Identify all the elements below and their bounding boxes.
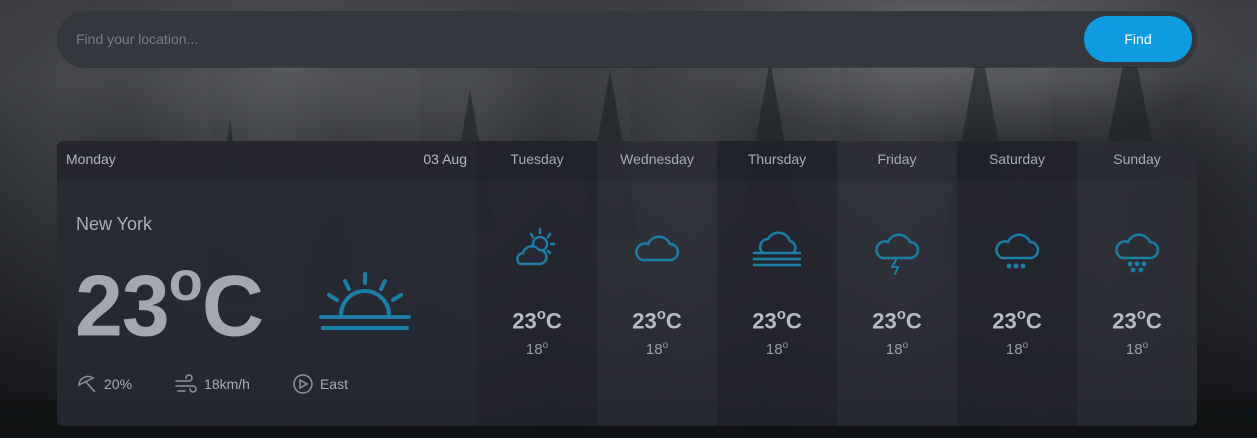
day-high-value: 23 bbox=[1112, 308, 1137, 334]
day-header: Saturday bbox=[957, 141, 1077, 181]
day-name: Thursday bbox=[747, 151, 807, 167]
day-high-scale: C bbox=[905, 308, 922, 334]
find-button[interactable]: Find bbox=[1084, 16, 1192, 62]
day-name: Friday bbox=[877, 151, 917, 167]
day-high-temp: 23oC bbox=[1077, 306, 1197, 334]
day-header: Friday bbox=[837, 141, 957, 181]
forecast-day-wednesday: Wednesday 23oC 18o bbox=[597, 141, 717, 426]
day-header: Sunday bbox=[1077, 141, 1197, 181]
drizzle-icon bbox=[990, 226, 1044, 283]
thunderstorm-icon bbox=[870, 226, 924, 283]
day-name: Saturday bbox=[988, 151, 1046, 167]
forecast-day-tuesday: Tuesday 23oC 18o bbox=[477, 141, 597, 426]
forecast-panel: Monday 03 Aug New York 23oC 20% 18km/h E… bbox=[57, 141, 1197, 426]
day-low-degree: o bbox=[782, 340, 789, 351]
day-low-value: 18 bbox=[1005, 341, 1023, 358]
day-high-temp: 23oC bbox=[477, 306, 597, 334]
day-high-value: 23 bbox=[632, 308, 657, 334]
day-low-value: 18 bbox=[885, 341, 903, 358]
day-header: Tuesday bbox=[477, 141, 597, 181]
current-temp-degree: o bbox=[168, 249, 203, 312]
day-name: Sunday bbox=[1113, 151, 1161, 167]
day-high-scale: C bbox=[1025, 308, 1042, 334]
today-header: Monday 03 Aug bbox=[57, 141, 477, 181]
forecast-day-friday: Friday 23oC 18o bbox=[837, 141, 957, 426]
wind-icon bbox=[175, 374, 197, 393]
forecast-day-saturday: Saturday 23oC 18o bbox=[957, 141, 1077, 426]
day-high-degree: o bbox=[896, 306, 906, 323]
day-high-degree: o bbox=[536, 306, 546, 323]
location-name: New York bbox=[76, 214, 153, 234]
partly-cloudy-icon bbox=[510, 226, 564, 275]
day-low-value: 18 bbox=[525, 341, 543, 358]
day-high-degree: o bbox=[1136, 306, 1146, 323]
day-high-temp: 23oC bbox=[717, 306, 837, 334]
day-header: Thursday bbox=[717, 141, 837, 181]
day-name: Wednesday bbox=[620, 151, 694, 167]
day-high-degree: o bbox=[656, 306, 666, 323]
day-high-value: 23 bbox=[752, 308, 777, 334]
day-low-temp: 18o bbox=[597, 340, 717, 358]
day-header: Wednesday bbox=[597, 141, 717, 181]
search-bar: Find bbox=[57, 11, 1197, 67]
day-high-value: 23 bbox=[992, 308, 1017, 334]
day-high-degree: o bbox=[1016, 306, 1026, 323]
day-low-temp: 18o bbox=[1077, 340, 1197, 358]
day-high-value: 23 bbox=[872, 308, 897, 334]
day-high-scale: C bbox=[1145, 308, 1162, 334]
day-low-value: 18 bbox=[1125, 341, 1143, 358]
day-low-temp: 18o bbox=[477, 340, 597, 358]
day-high-scale: C bbox=[545, 308, 562, 334]
forecast-day-thursday: Thursday 23oC 18o bbox=[717, 141, 837, 426]
day-high-temp: 23oC bbox=[597, 306, 717, 334]
day-high-scale: C bbox=[665, 308, 682, 334]
day-name: Tuesday bbox=[510, 151, 564, 167]
today-card: Monday 03 Aug New York 23oC 20% 18km/h E… bbox=[57, 141, 477, 426]
day-low-temp: 18o bbox=[717, 340, 837, 358]
day-low-degree: o bbox=[542, 340, 549, 351]
snow-icon bbox=[1110, 226, 1164, 283]
sunrise-icon bbox=[319, 271, 411, 342]
wind-value: 18km/h bbox=[204, 376, 250, 392]
current-temp-value: 23 bbox=[75, 258, 170, 355]
today-day-name: Monday bbox=[66, 151, 116, 167]
today-date: 03 Aug bbox=[423, 151, 467, 167]
umbrella-icon bbox=[78, 375, 96, 393]
day-low-degree: o bbox=[1142, 340, 1149, 351]
day-high-temp: 23oC bbox=[837, 306, 957, 334]
forecast-day-sunday: Sunday 23oC 18o bbox=[1077, 141, 1197, 426]
day-low-temp: 18o bbox=[837, 340, 957, 358]
day-high-value: 23 bbox=[512, 308, 537, 334]
day-high-temp: 23oC bbox=[957, 306, 1077, 334]
day-high-degree: o bbox=[776, 306, 786, 323]
day-high-scale: C bbox=[785, 308, 802, 334]
compass-icon bbox=[293, 374, 313, 394]
location-search-input[interactable] bbox=[57, 11, 1077, 67]
day-low-degree: o bbox=[1022, 340, 1029, 351]
direction-value: East bbox=[319, 376, 348, 392]
weather-stats: 20% 18km/h East bbox=[76, 373, 390, 395]
day-low-value: 18 bbox=[765, 341, 783, 358]
precipitation-value: 20% bbox=[104, 376, 133, 392]
day-low-degree: o bbox=[662, 340, 669, 351]
day-low-degree: o bbox=[902, 340, 909, 351]
day-low-value: 18 bbox=[645, 341, 663, 358]
current-temp-scale: C bbox=[201, 258, 264, 355]
current-temperature: 23oC bbox=[75, 253, 264, 350]
direction-stat: East bbox=[292, 373, 348, 395]
wind-stat: 18km/h bbox=[174, 373, 250, 395]
fog-icon bbox=[750, 226, 804, 275]
cloud-icon bbox=[630, 226, 684, 275]
day-low-temp: 18o bbox=[957, 340, 1077, 358]
precipitation-stat: 20% bbox=[76, 373, 132, 395]
